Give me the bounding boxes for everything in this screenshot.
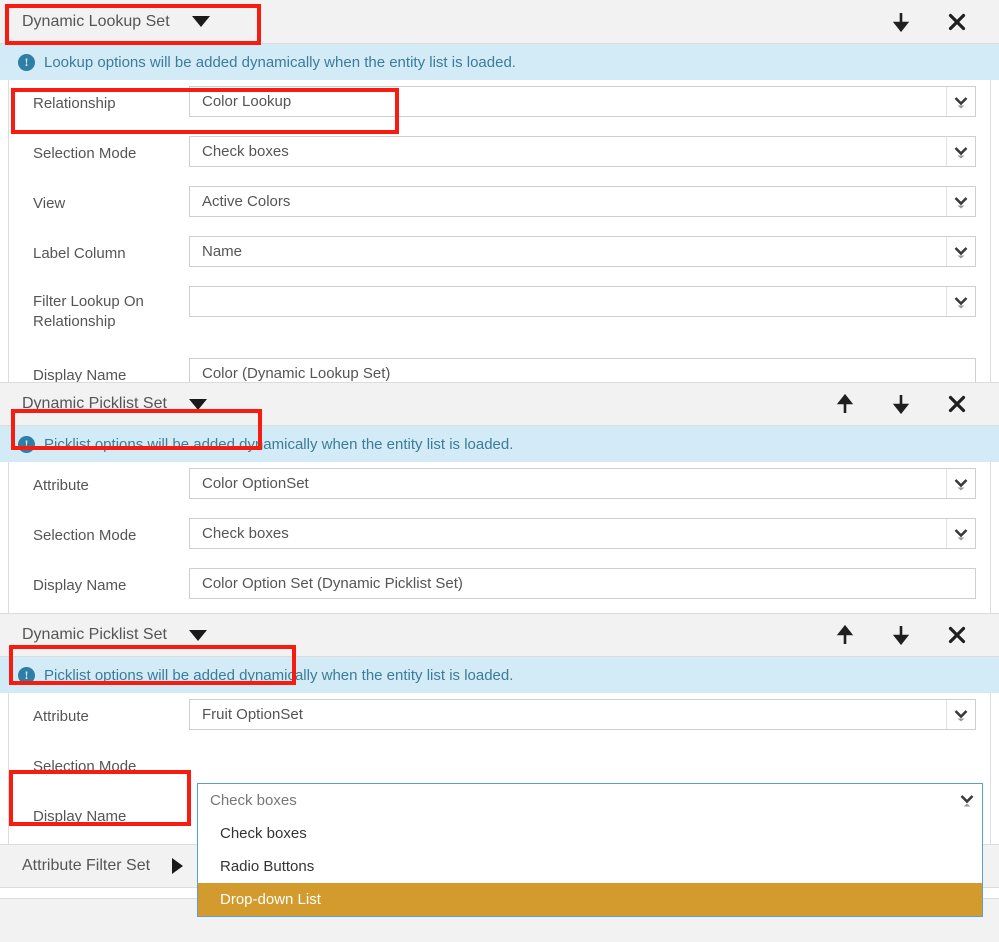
- field-row-filter-lookup-on-relationship: Filter Lookup On Relationship: [9, 280, 990, 352]
- section-body-dynamic-picklist-set-1: Attribute Color OptionSet Selection Mode…: [8, 462, 991, 613]
- field-label: View: [33, 195, 66, 212]
- field-row-selection-mode-1: Selection Mode Check boxes: [9, 130, 990, 180]
- dropdown-current-value: Check boxes: [210, 792, 297, 809]
- chevron-down-icon[interactable]: [946, 700, 975, 729]
- form-builder-panel: Dynamic Lookup Set ! Lookup options will…: [0, 0, 999, 942]
- field-row-display-name-2: Display Name Color Option Set (Dynamic P…: [9, 562, 990, 612]
- chevron-down-icon[interactable]: [946, 287, 975, 316]
- field-label: Selection Mode: [33, 145, 137, 162]
- display-name-value: Color Option Set (Dynamic Picklist Set): [202, 575, 463, 592]
- field-row-selection-mode-2: Selection Mode Check boxes: [9, 512, 990, 562]
- field-control: Name: [189, 230, 990, 267]
- field-label: Display Name: [33, 577, 127, 594]
- field-control: [189, 743, 990, 749]
- field-control: Fruit OptionSet: [189, 693, 990, 730]
- caret-down-icon[interactable]: [191, 16, 210, 27]
- field-row-label-column: Label Column Name: [9, 230, 990, 280]
- dropdown-option-radio-buttons[interactable]: Radio Buttons: [198, 850, 982, 883]
- remove-icon[interactable]: [929, 382, 985, 426]
- field-control: [189, 280, 990, 317]
- field-control: Check boxes: [189, 512, 990, 549]
- chevron-down-icon[interactable]: [946, 187, 975, 216]
- display-name-value: Color (Dynamic Lookup Set): [202, 365, 391, 382]
- info-bar-lookup: ! Lookup options will be added dynamical…: [0, 44, 999, 80]
- field-label: Selection Mode: [33, 758, 137, 775]
- section-title: Dynamic Picklist Set: [22, 626, 167, 643]
- dropdown-option-drop-down-list[interactable]: Drop-down List: [198, 883, 982, 916]
- section-header-dynamic-lookup-set[interactable]: Dynamic Lookup Set: [0, 0, 999, 44]
- chevron-down-icon[interactable]: [946, 519, 975, 548]
- label-column-value: Name: [202, 243, 243, 260]
- info-icon: !: [18, 435, 35, 453]
- selection-mode-value: Check boxes: [202, 525, 289, 542]
- caret-down-icon[interactable]: [188, 629, 207, 641]
- field-control: Color OptionSet: [189, 462, 990, 499]
- move-down-icon[interactable]: [873, 0, 929, 44]
- field-label: Filter Lookup On Relationship: [33, 293, 144, 330]
- selection-mode-dropdown-open[interactable]: Check boxes Check boxes Radio Buttons Dr…: [197, 783, 983, 917]
- section-title: Attribute Filter Set: [22, 857, 151, 874]
- dropdown-current-value-row[interactable]: Check boxes: [198, 784, 982, 817]
- chevron-down-icon[interactable]: [953, 785, 981, 816]
- field-label: Display Name: [33, 808, 127, 825]
- info-text: Picklist options will be added dynamical…: [44, 435, 514, 453]
- attribute-select[interactable]: Fruit OptionSet: [189, 699, 976, 730]
- caret-right-icon[interactable]: [172, 858, 184, 874]
- info-text: Lookup options will be added dynamically…: [44, 53, 516, 71]
- section-body-dynamic-lookup-set: Relationship Color Lookup Selection Mode…: [8, 80, 991, 389]
- attribute-select[interactable]: Color OptionSet: [189, 468, 976, 499]
- section-title: Dynamic Picklist Set: [22, 395, 167, 412]
- field-control: Color Option Set (Dynamic Picklist Set): [189, 562, 990, 599]
- field-label: Selection Mode: [33, 527, 137, 544]
- info-bar-picklist-2: ! Picklist options will be added dynamic…: [0, 657, 999, 693]
- field-control: Color Lookup: [189, 80, 990, 117]
- selection-mode-value: Check boxes: [202, 143, 289, 160]
- field-label: Attribute: [33, 477, 89, 494]
- section-header-dynamic-picklist-set-1[interactable]: Dynamic Picklist Set: [0, 382, 999, 426]
- remove-icon[interactable]: [929, 613, 985, 657]
- chevron-down-icon[interactable]: [946, 237, 975, 266]
- caret-down-icon[interactable]: [188, 398, 207, 410]
- move-down-icon[interactable]: [873, 382, 929, 426]
- relationship-value: Color Lookup: [202, 93, 292, 110]
- field-label: Relationship: [33, 95, 116, 112]
- relationship-select[interactable]: Color Lookup: [189, 86, 976, 117]
- section-header-dynamic-picklist-set-2[interactable]: Dynamic Picklist Set: [0, 613, 999, 657]
- info-icon: !: [18, 53, 35, 71]
- field-row-attribute-1: Attribute Color OptionSet: [9, 462, 990, 512]
- field-label: Display Name: [33, 367, 127, 384]
- info-icon: !: [18, 666, 35, 684]
- field-label: Attribute: [33, 708, 89, 725]
- selection-mode-select[interactable]: Check boxes: [189, 136, 976, 167]
- field-control: Active Colors: [189, 180, 990, 217]
- move-down-icon[interactable]: [873, 613, 929, 657]
- info-bar-picklist-1: ! Picklist options will be added dynamic…: [0, 426, 999, 462]
- chevron-down-icon[interactable]: [946, 469, 975, 498]
- field-control: Check boxes: [189, 130, 990, 167]
- view-value: Active Colors: [202, 193, 291, 210]
- section-title: Dynamic Lookup Set: [22, 12, 170, 30]
- field-row-attribute-2: Attribute Fruit OptionSet: [9, 693, 990, 743]
- field-label: Label Column: [33, 245, 126, 262]
- display-name-input[interactable]: Color Option Set (Dynamic Picklist Set): [189, 568, 976, 599]
- section-actions: [873, 0, 985, 43]
- attribute-value: Fruit OptionSet: [202, 706, 303, 723]
- dropdown-option-check-boxes[interactable]: Check boxes: [198, 817, 982, 850]
- chevron-down-icon[interactable]: [946, 87, 975, 116]
- move-up-icon[interactable]: [817, 613, 873, 657]
- section-actions: [817, 383, 985, 425]
- move-up-icon[interactable]: [817, 382, 873, 426]
- section-actions: [817, 614, 985, 656]
- remove-icon[interactable]: [929, 0, 985, 44]
- attribute-value: Color OptionSet: [202, 475, 309, 492]
- label-column-select[interactable]: Name: [189, 236, 976, 267]
- info-text: Picklist options will be added dynamical…: [44, 666, 514, 684]
- selection-mode-select[interactable]: Check boxes: [189, 518, 976, 549]
- view-select[interactable]: Active Colors: [189, 186, 976, 217]
- field-row-relationship: Relationship Color Lookup: [9, 80, 990, 130]
- chevron-down-icon[interactable]: [946, 137, 975, 166]
- filter-lookup-select[interactable]: [189, 286, 976, 317]
- field-row-view: View Active Colors: [9, 180, 990, 230]
